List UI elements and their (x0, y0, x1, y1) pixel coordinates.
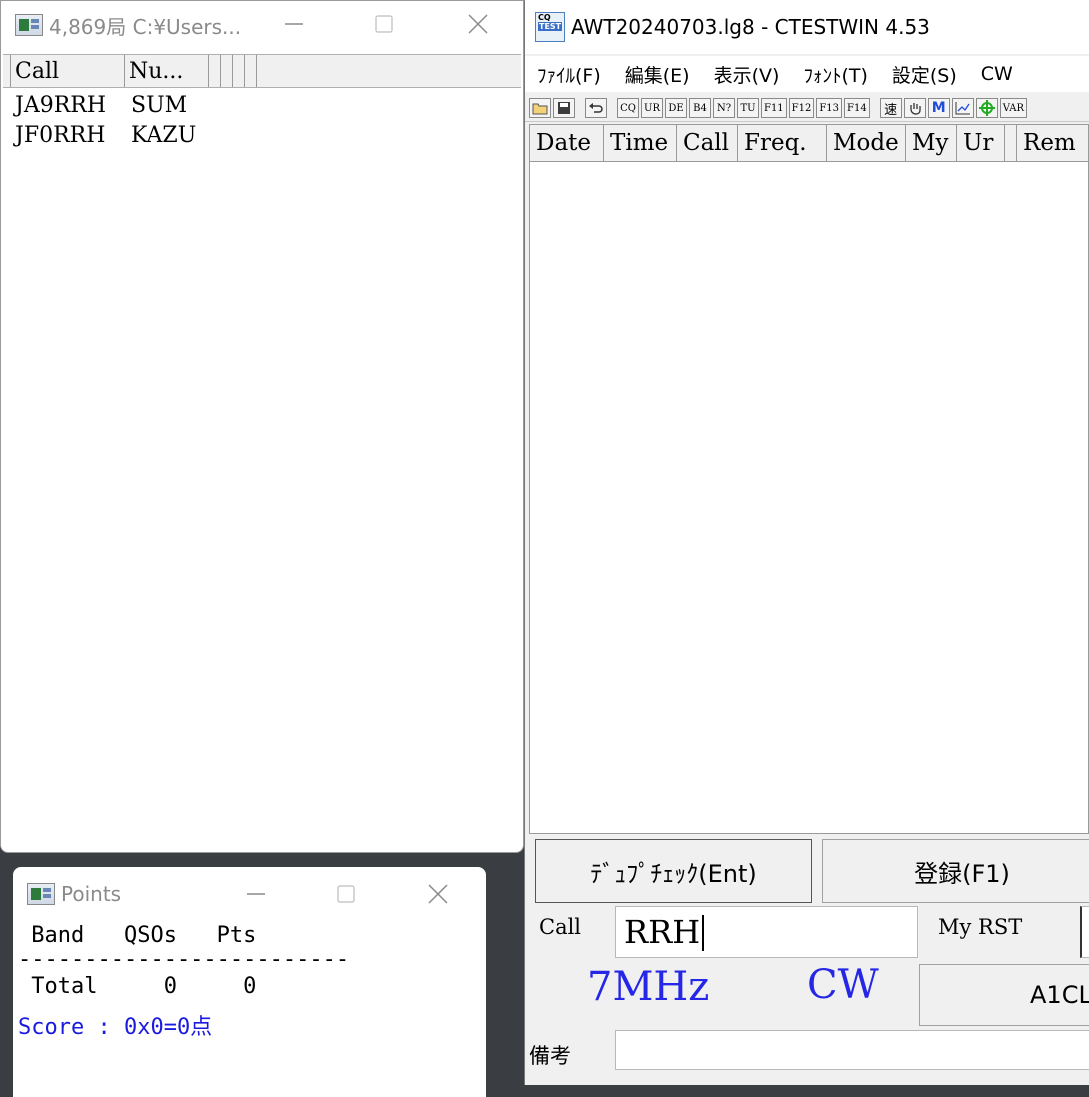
column-header-empty[interactable] (209, 55, 221, 87)
f11-button[interactable]: F11 (761, 98, 787, 118)
column-header-empty[interactable] (233, 55, 245, 87)
header-spacer (3, 55, 11, 87)
call-list-body: JA9RRH SUM JF0RRH KAZU (15, 91, 196, 151)
window-app-icon (15, 14, 43, 36)
points-header-line: Band QSOs Pts (18, 923, 257, 948)
target-icon[interactable] (975, 98, 998, 118)
menu-cw[interactable]: CW (969, 63, 1025, 85)
main-title: AWT20240703.lg8 - CTESTWIN 4.53 (571, 15, 930, 39)
remarks-input[interactable] (615, 1030, 1089, 1070)
menu-bar: ﾌｧｲﾙ(F) 編集(E) 表示(V) ﾌｫﾝﾄ(T) 設定(S) CW (525, 56, 1089, 92)
hand-icon[interactable] (903, 98, 926, 118)
f12-button[interactable]: F12 (788, 98, 815, 118)
call-input[interactable]: RRH (615, 906, 918, 958)
column-header-mode[interactable]: Mode (827, 125, 906, 161)
cqtest-app-icon: CQ TEST (535, 12, 565, 42)
close-icon[interactable] (415, 871, 461, 917)
nr-query-button[interactable]: N? (713, 98, 735, 118)
b4-button[interactable]: B4 (689, 98, 711, 118)
dupe-check-button[interactable]: ﾃﾞｭﾌﾟﾁｪｯｸ(Ent) (535, 839, 812, 903)
column-header-date[interactable]: Date (530, 125, 604, 161)
list-item-call: JF0RRH (15, 123, 106, 148)
save-icon[interactable] (553, 98, 575, 118)
column-header-empty[interactable] (1005, 125, 1017, 161)
call-list-window: 4,869局 C:¥Users... Call Nu... JA9RRH SUM … (0, 0, 524, 853)
list-item-number: SUM (131, 93, 188, 118)
call-list-title: 4,869局 C:¥Users... (49, 14, 242, 39)
minimize-icon[interactable] (233, 871, 279, 917)
column-header-ur[interactable]: Ur (957, 125, 1005, 161)
call-list-titlebar[interactable]: 4,869局 C:¥Users... (1, 1, 523, 49)
main-titlebar[interactable]: CQ TEST AWT20240703.lg8 - CTESTWIN 4.53 (525, 0, 1089, 54)
var-button[interactable]: VAR (999, 98, 1027, 118)
ur-button[interactable]: UR (641, 98, 663, 118)
f13-button[interactable]: F13 (816, 98, 843, 118)
column-header-remarks[interactable]: Rem (1017, 125, 1087, 161)
mode-display[interactable]: CW (807, 962, 879, 1008)
list-item[interactable]: JF0RRH KAZU (15, 121, 196, 151)
points-score-line: Score : 0x0=0点 (18, 1015, 213, 1040)
band-display[interactable]: 7MHz (587, 964, 709, 1010)
points-divider: ------------------------- (18, 947, 350, 972)
menu-edit[interactable]: 編集(E) (613, 61, 702, 88)
maximize-icon[interactable] (361, 1, 407, 47)
column-header-freq[interactable]: Freq. (738, 125, 827, 161)
speed-button[interactable]: 速 (879, 98, 902, 118)
qso-log-header: Date Time Call Freq. Mode My Ur Rem (530, 125, 1088, 162)
column-header-empty[interactable] (245, 55, 257, 87)
undo-icon[interactable] (585, 98, 607, 118)
maximize-icon[interactable] (323, 871, 369, 917)
f14-button[interactable]: F14 (844, 98, 870, 118)
register-button[interactable]: 登録(F1) (822, 839, 1089, 903)
column-header-number[interactable]: Nu... (125, 55, 209, 87)
column-header-call[interactable]: Call (677, 125, 738, 161)
call-label: Call (539, 915, 582, 939)
remarks-label: 備考 (529, 1044, 571, 1068)
menu-settings[interactable]: 設定(S) (880, 61, 969, 88)
my-rst-input[interactable] (1080, 906, 1089, 958)
list-item-call: JA9RRH (15, 93, 107, 118)
graph-icon[interactable] (951, 98, 974, 118)
de-button[interactable]: DE (665, 98, 687, 118)
toolbar: CQ UR DE B4 N? TU F11 F12 F13 F14 速 M VA… (525, 95, 1089, 122)
column-header-time[interactable]: Time (604, 125, 677, 161)
column-header-empty[interactable] (221, 55, 233, 87)
column-header-my[interactable]: My (906, 125, 957, 161)
close-icon[interactable] (455, 1, 501, 47)
ctestwin-main-window: CQ TEST AWT20240703.lg8 - CTESTWIN 4.53 ﾌ… (524, 0, 1089, 1085)
menu-view[interactable]: 表示(V) (702, 61, 792, 88)
points-title: Points (61, 882, 122, 906)
list-item-number: KAZU (131, 123, 197, 148)
m-icon[interactable]: M (927, 98, 950, 118)
qso-log-table[interactable]: Date Time Call Freq. Mode My Ur Rem (529, 124, 1089, 834)
menu-font[interactable]: ﾌｫﾝﾄ(T) (791, 61, 879, 88)
cq-button[interactable]: CQ (617, 98, 639, 118)
call-input-value: RRH (624, 913, 701, 951)
menu-file[interactable]: ﾌｧｲﾙ(F) (525, 61, 613, 88)
a1-button[interactable]: A1CL (919, 964, 1089, 1026)
open-folder-icon[interactable] (529, 98, 551, 118)
window-app-icon (27, 883, 55, 905)
my-rst-label: My RST (938, 915, 1023, 939)
points-titlebar[interactable]: Points (13, 867, 486, 921)
text-cursor (702, 915, 704, 951)
minimize-icon[interactable] (271, 1, 317, 47)
call-list-header: Call Nu... (3, 54, 521, 88)
column-header-call[interactable]: Call (11, 55, 125, 87)
tu-button[interactable]: TU (737, 98, 759, 118)
points-total-line: Total 0 0 (18, 974, 257, 999)
points-window: Points Band QSOs Pts -------------------… (13, 867, 486, 1097)
list-item[interactable]: JA9RRH SUM (15, 91, 196, 121)
